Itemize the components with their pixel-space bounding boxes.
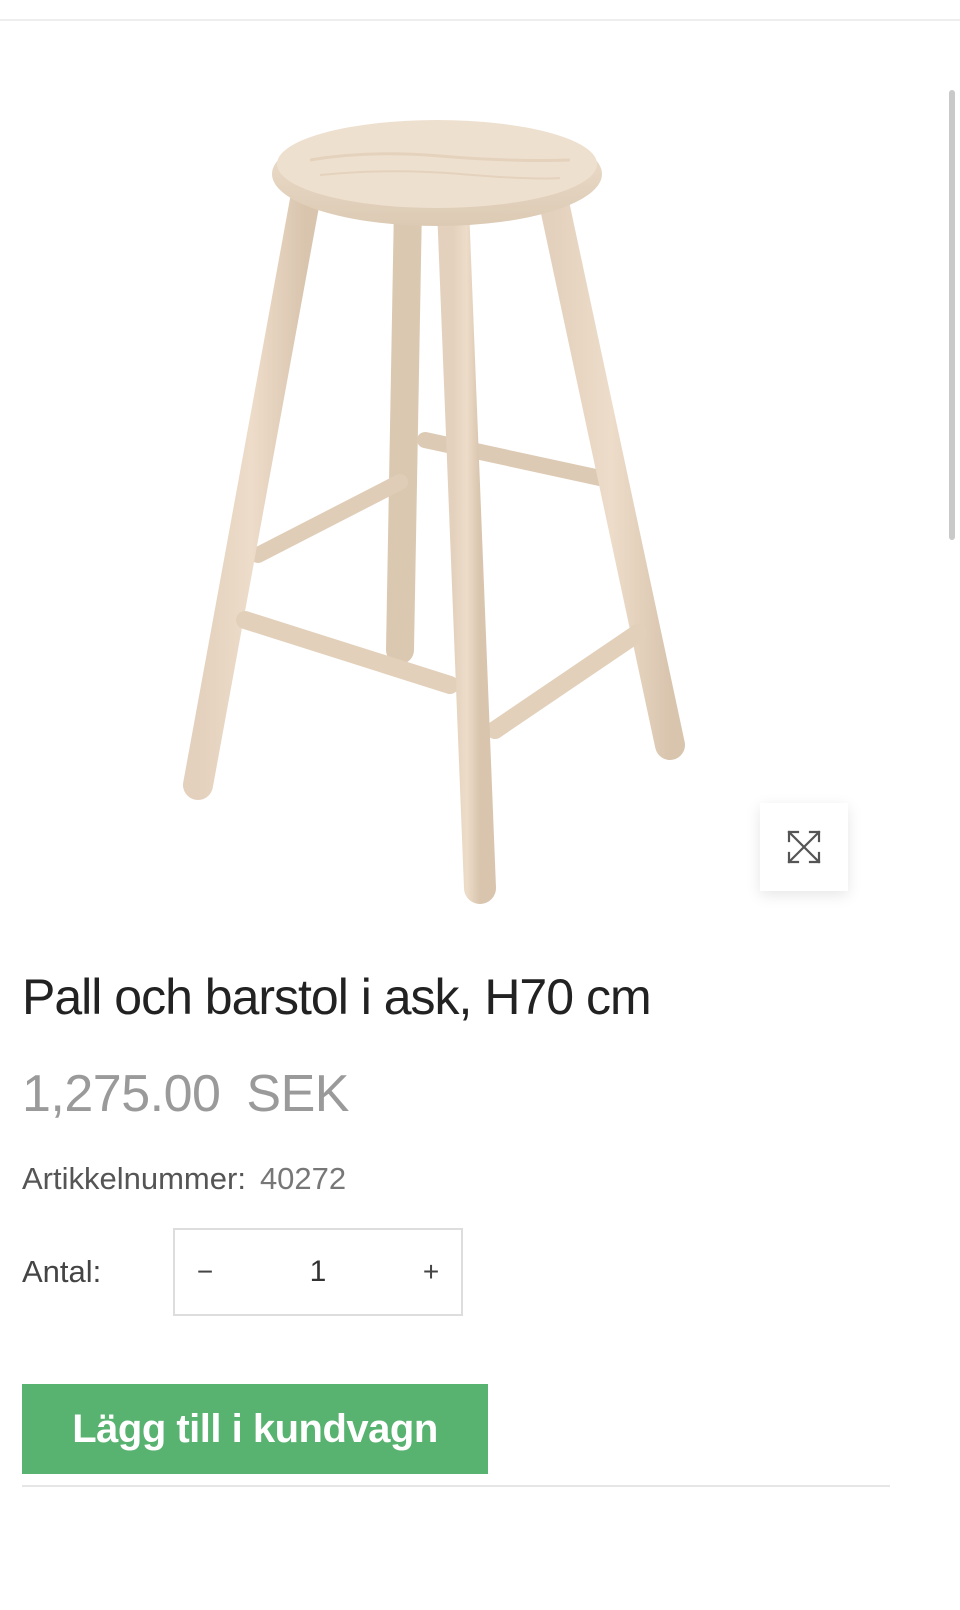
sku-value: 40272 (259, 1161, 347, 1196)
quantity-input[interactable] (256, 1254, 380, 1290)
section-divider (22, 1485, 890, 1487)
scrollbar[interactable] (946, 90, 960, 540)
product-page: Pall och barstol i ask, H70 cm 1,275.00 S… (0, 0, 960, 1610)
sku-row: Artikkelnummer: 40272 (22, 1161, 346, 1197)
product-price: 1,275.00 SEK (22, 1064, 349, 1124)
product-title: Pall och barstol i ask, H70 cm (22, 969, 652, 1025)
price-currency: SEK (246, 1065, 349, 1123)
quantity-label: Antal: (22, 1254, 102, 1289)
quantity-stepper: − + (173, 1228, 463, 1316)
zoom-button[interactable] (760, 803, 848, 891)
quantity-decrement-button[interactable]: − (175, 1230, 235, 1314)
expand-arrows-icon (787, 830, 821, 864)
add-to-cart-button[interactable]: Lägg till i kundvagn (22, 1384, 488, 1474)
header-divider (0, 19, 960, 21)
price-amount: 1,275.00 (22, 1065, 221, 1123)
scrollbar-thumb[interactable] (949, 90, 955, 540)
sku-label: Artikkelnummer: (22, 1161, 246, 1196)
quantity-increment-button[interactable]: + (401, 1230, 461, 1314)
